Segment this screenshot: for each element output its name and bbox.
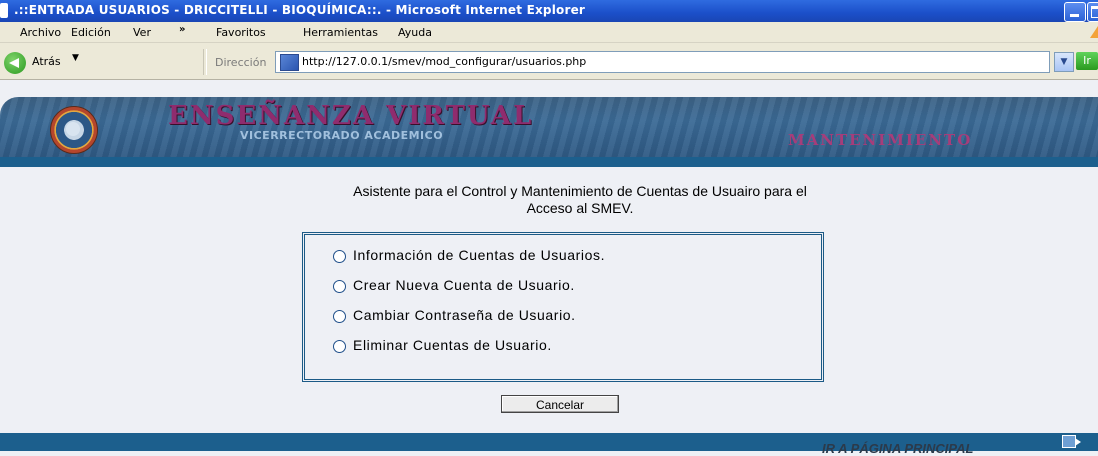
menu-bar: Archivo Edición Ver » Favoritos Herramie…: [0, 22, 1098, 43]
back-button-label[interactable]: Atrás: [32, 55, 61, 68]
go-button[interactable]: Ir: [1076, 52, 1098, 70]
heading-line-1: Asistente para el Control y Mantenimient…: [353, 183, 807, 199]
page-heading: Asistente para el Control y Mantenimient…: [100, 183, 1060, 217]
exit-icon[interactable]: [1062, 435, 1081, 448]
cancel-button[interactable]: Cancelar: [501, 395, 619, 413]
home-page-link[interactable]: IR A PÁGINA PRINCIPAL: [822, 441, 973, 456]
maximize-button[interactable]: [1087, 2, 1098, 22]
menu-ayuda[interactable]: Ayuda: [398, 26, 432, 39]
menu-ver[interactable]: Ver: [133, 26, 151, 39]
radio-button[interactable]: [333, 340, 346, 353]
menu-archivo[interactable]: Archivo: [20, 26, 61, 39]
menu-herramientas[interactable]: Herramientas: [303, 26, 378, 39]
toolbar: Atrás ▼ Dirección http://127.0.0.1/smev/…: [0, 43, 1098, 80]
option-label[interactable]: Cambiar Contraseña de Usuario.: [353, 307, 576, 323]
address-dropdown-icon[interactable]: ▼: [1054, 52, 1074, 72]
section-title: MANTENIMIENTO: [788, 131, 973, 149]
menu-favoritos[interactable]: Favoritos: [216, 26, 266, 39]
radio-button[interactable]: [333, 250, 346, 263]
footer-bar: IR A PÁGINA PRINCIPAL: [0, 433, 1098, 456]
page-icon: [280, 54, 299, 71]
menu-overflow[interactable]: »: [179, 24, 185, 35]
ie-icon: [0, 3, 8, 18]
window-title: .::ENTRADA USUARIOS - DRICCITELLI - BIOQ…: [14, 3, 586, 17]
banner-title: ENSEÑANZA VIRTUAL: [168, 101, 534, 131]
window-title-bar: .::ENTRADA USUARIOS - DRICCITELLI - BIOQ…: [0, 0, 1098, 22]
address-url[interactable]: http://127.0.0.1/smev/mod_configurar/usu…: [302, 55, 586, 68]
site-banner: ENSEÑANZA VIRTUAL VICERRECTORADO ACADEMI…: [0, 97, 1098, 157]
address-field[interactable]: http://127.0.0.1/smev/mod_configurar/usu…: [275, 51, 1050, 73]
windows-flag-icon: [1090, 26, 1098, 38]
banner-subtitle: VICERRECTORADO ACADEMICO: [240, 129, 444, 142]
heading-line-2: Acceso al SMEV.: [526, 200, 634, 216]
toolbar-separator: [203, 49, 207, 75]
banner-stripe: [0, 157, 1098, 167]
option-label[interactable]: Crear Nueva Cuenta de Usuario.: [353, 277, 575, 293]
back-dropdown-icon[interactable]: ▼: [72, 53, 79, 63]
address-label: Dirección: [215, 56, 267, 69]
menu-edicion[interactable]: Edición: [71, 26, 111, 39]
minimize-button[interactable]: [1064, 2, 1086, 22]
back-arrow-icon[interactable]: [4, 52, 26, 74]
option-label[interactable]: Información de Cuentas de Usuarios.: [353, 247, 605, 263]
seal-center: [66, 122, 80, 136]
radio-button[interactable]: [333, 280, 346, 293]
radio-button[interactable]: [333, 310, 346, 323]
option-label[interactable]: Eliminar Cuentas de Usuario.: [353, 337, 552, 353]
options-panel: Información de Cuentas de Usuarios. Crea…: [302, 232, 824, 382]
